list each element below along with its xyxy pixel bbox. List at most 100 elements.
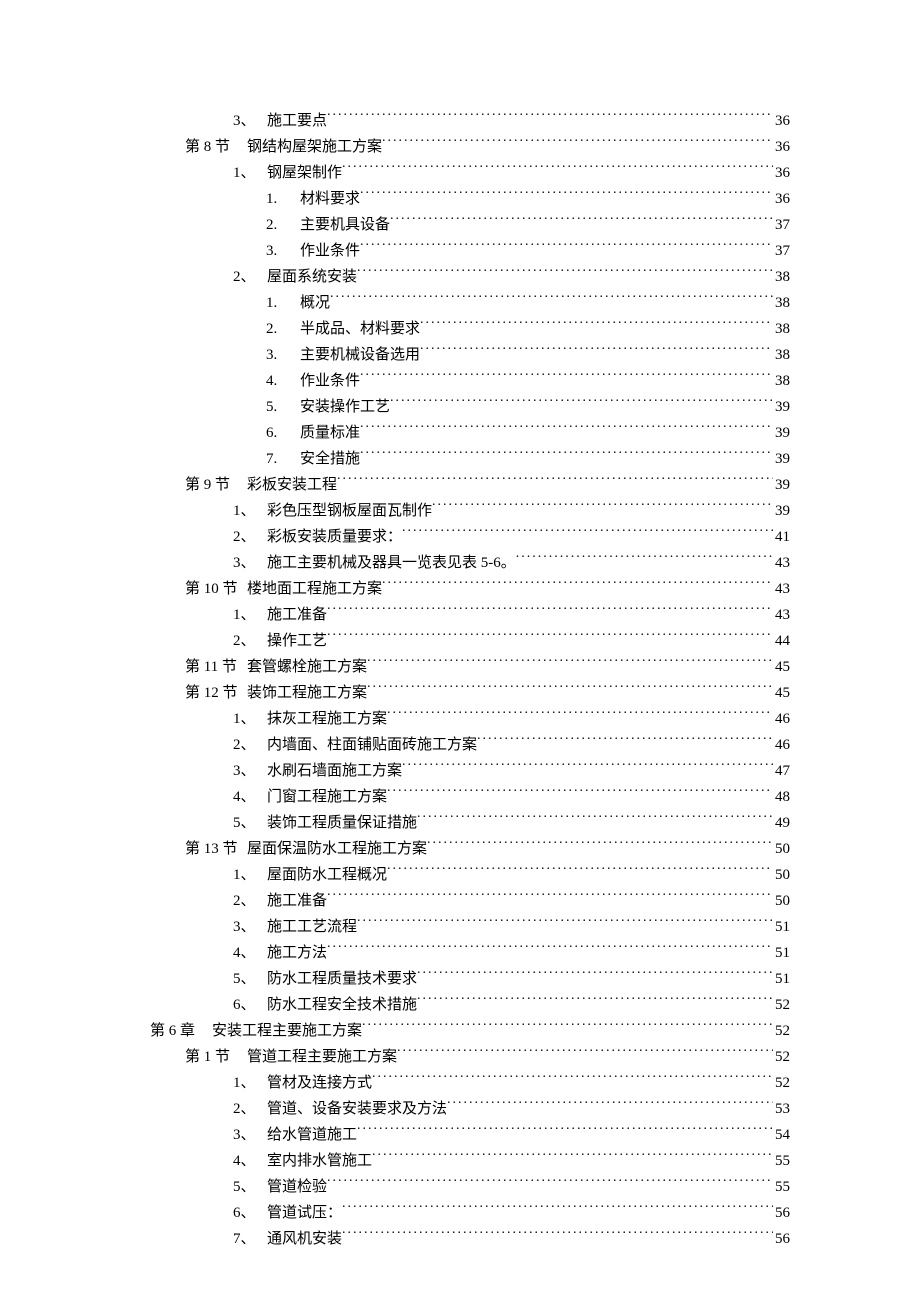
toc-entry-page: 39 [773, 394, 790, 420]
toc-entry: 6.质量标准39 [150, 420, 790, 446]
toc-entry-number: 第 8 节 [185, 134, 247, 160]
toc-entry-number: 第 11 节 [185, 654, 247, 680]
toc-entry-label: 钢结构屋架施工方案 [247, 134, 382, 160]
toc-entry-page: 55 [773, 1174, 790, 1200]
toc-entry: 1、管材及连接方式52 [150, 1070, 790, 1096]
toc-entry-number: 2、 [233, 628, 267, 654]
toc-leader-dots [360, 370, 773, 385]
toc-entry-page: 38 [773, 264, 790, 290]
toc-entry-page: 56 [773, 1200, 790, 1226]
toc-leader-dots [327, 110, 773, 125]
toc-leader-dots [360, 448, 773, 463]
toc-leader-dots [327, 942, 773, 957]
toc-entry-page: 52 [773, 992, 790, 1018]
toc-entry: 1、抹灰工程施工方案46 [150, 706, 790, 732]
toc-leader-dots [387, 708, 773, 723]
toc-entry-page: 36 [773, 134, 790, 160]
toc-entry-number: 7、 [233, 1226, 267, 1252]
toc-entry-label: 施工准备 [267, 602, 327, 628]
toc-entry: 2.主要机具设备37 [150, 212, 790, 238]
toc-entry-label: 装饰工程施工方案 [247, 680, 367, 706]
toc-leader-dots [387, 864, 773, 879]
toc-leader-dots [357, 916, 773, 931]
toc-leader-dots [397, 1046, 773, 1061]
toc-entry-label: 施工准备 [267, 888, 327, 914]
toc-entry-page: 45 [773, 654, 790, 680]
toc-entry: 第 9 节彩板安装工程39 [150, 472, 790, 498]
toc-entry-label: 门窗工程施工方案 [267, 784, 387, 810]
toc-entry-number: 3. [266, 342, 300, 368]
toc-leader-dots [367, 682, 773, 697]
toc-leader-dots [420, 318, 773, 333]
toc-leader-dots [390, 214, 773, 229]
toc-entry-page: 54 [773, 1122, 790, 1148]
toc-entry-label: 屋面防水工程概况 [267, 862, 387, 888]
toc-entry: 5、防水工程质量技术要求51 [150, 966, 790, 992]
toc-entry-number: 第 10 节 [185, 576, 247, 602]
toc-entry-number: 4、 [233, 1148, 267, 1174]
toc-leader-dots [387, 786, 773, 801]
toc-leader-dots [327, 1176, 773, 1191]
toc-entry-page: 38 [773, 290, 790, 316]
toc-entry: 5、装饰工程质量保证措施49 [150, 810, 790, 836]
toc-leader-dots [402, 526, 773, 541]
toc-entry-label: 施工方法 [267, 940, 327, 966]
toc-entry-label: 内墙面、柱面铺贴面砖施工方案 [267, 732, 477, 758]
toc-entry: 1、彩色压型钢板屋面瓦制作39 [150, 498, 790, 524]
toc-entry-label: 安装操作工艺 [300, 394, 390, 420]
toc-entry-page: 49 [773, 810, 790, 836]
toc-entry-label: 屋面保温防水工程施工方案 [247, 836, 427, 862]
toc-entry-page: 44 [773, 628, 790, 654]
toc-entry-label: 主要机具设备 [300, 212, 390, 238]
toc-entry: 4、施工方法51 [150, 940, 790, 966]
toc-entry: 3、施工工艺流程51 [150, 914, 790, 940]
toc-leader-dots [357, 1124, 773, 1139]
toc-entry-page: 46 [773, 732, 790, 758]
toc-entry-label: 质量标准 [300, 420, 360, 446]
toc-entry-number: 2、 [233, 524, 267, 550]
toc-entry-page: 51 [773, 966, 790, 992]
toc-entry-label: 水刷石墙面施工方案 [267, 758, 402, 784]
toc-entry-number: 3、 [233, 758, 267, 784]
toc-leader-dots [432, 500, 773, 515]
toc-leader-dots [360, 240, 773, 255]
toc-entry-label: 钢屋架制作 [267, 160, 342, 186]
toc-entry-label: 防水工程安全技术措施 [267, 992, 417, 1018]
toc-entry-page: 47 [773, 758, 790, 784]
toc-entry: 1、施工准备43 [150, 602, 790, 628]
toc-entry-label: 施工要点 [267, 108, 327, 134]
toc-entry: 1.材料要求36 [150, 186, 790, 212]
toc-entry-number: 2、 [233, 1096, 267, 1122]
toc-entry-page: 50 [773, 836, 790, 862]
toc-entry: 2、管道、设备安装要求及方法53 [150, 1096, 790, 1122]
toc-entry-label: 彩板安装工程 [247, 472, 337, 498]
toc-entry: 4、室内排水管施工55 [150, 1148, 790, 1174]
toc-entry-number: 4、 [233, 784, 267, 810]
toc-entry-label: 室内排水管施工 [267, 1148, 372, 1174]
toc-entry-label: 通风机安装 [267, 1226, 342, 1252]
toc-entry: 3.作业条件37 [150, 238, 790, 264]
toc-entry-page: 46 [773, 706, 790, 732]
toc-entry-number: 5、 [233, 1174, 267, 1200]
toc-entry-page: 38 [773, 316, 790, 342]
toc-leader-dots [342, 1202, 773, 1217]
toc-entry-page: 39 [773, 498, 790, 524]
toc-entry-number: 2、 [233, 888, 267, 914]
toc-entry-page: 38 [773, 342, 790, 368]
toc-leader-dots [427, 838, 773, 853]
toc-entry-page: 37 [773, 238, 790, 264]
toc-leader-dots [420, 344, 773, 359]
toc-entry-label: 彩色压型钢板屋面瓦制作 [267, 498, 432, 524]
toc-entry: 2.半成品、材料要求38 [150, 316, 790, 342]
toc-entry: 1.概况38 [150, 290, 790, 316]
toc-entry-label: 管道检验 [267, 1174, 327, 1200]
toc-entry-page: 51 [773, 914, 790, 940]
toc-entry-label: 操作工艺 [267, 628, 327, 654]
toc-entry: 3、施工主要机械及器具一览表见表 5-6。43 [150, 550, 790, 576]
toc-entry-number: 第 1 节 [185, 1044, 247, 1070]
toc-entry-number: 5、 [233, 810, 267, 836]
toc-entry-number: 5、 [233, 966, 267, 992]
toc-entry-page: 52 [773, 1044, 790, 1070]
toc-entry-page: 39 [773, 446, 790, 472]
toc-entry: 3、给水管道施工54 [150, 1122, 790, 1148]
